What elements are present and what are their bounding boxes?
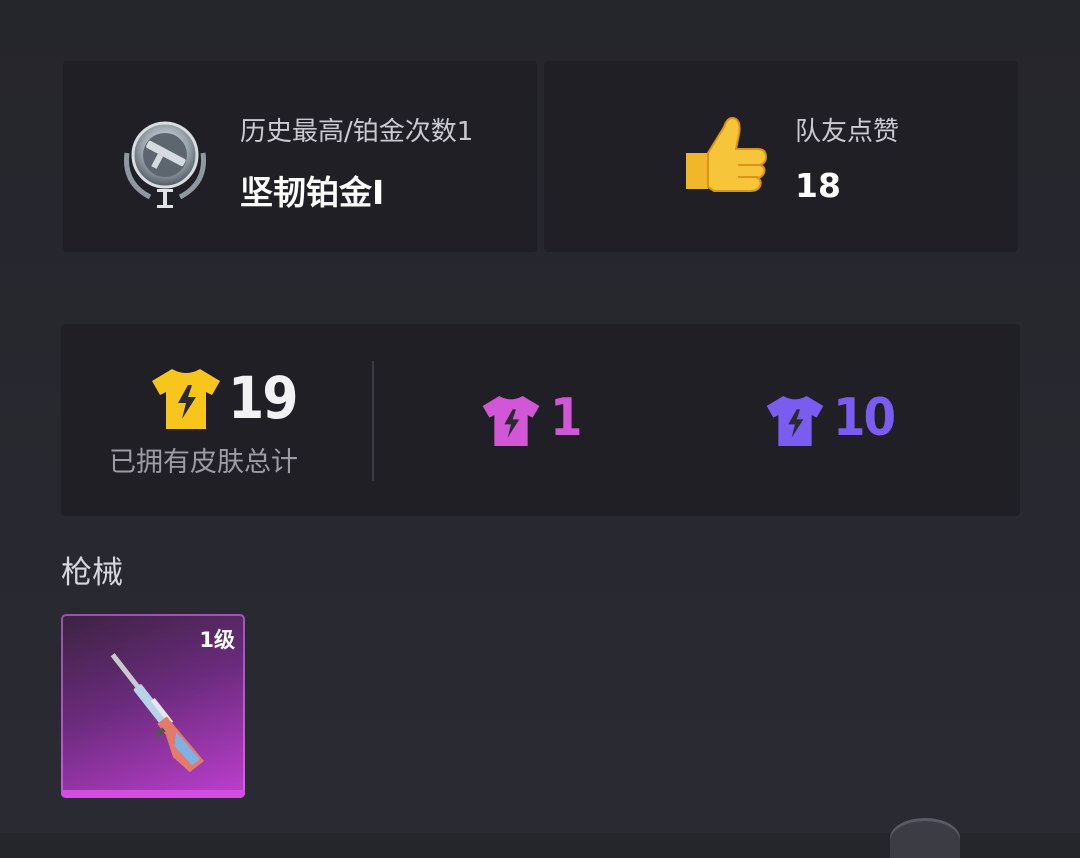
likes-count: 18: [795, 166, 841, 205]
skins-summary-card: 19 已拥有皮肤总计 1 10: [61, 324, 1020, 516]
rank-card: 历史最高/铂金次数1 坚韧铂金Ⅰ: [63, 61, 537, 252]
likes-label: 队友点赞: [795, 117, 900, 147]
epic-skins-count: 10: [833, 388, 896, 448]
skins-total-count: 19: [228, 364, 299, 432]
legendary-skins-count: 1: [550, 388, 583, 448]
divider: [372, 361, 374, 481]
partial-item-icon: [890, 818, 960, 858]
section-title-firearms: 枪械: [61, 555, 123, 591]
shirt-lightning-icon: [766, 396, 824, 446]
shirt-lightning-icon: [152, 369, 220, 429]
skins-total-label: 已拥有皮肤总计: [109, 447, 298, 478]
rank-tier: 坚韧铂金Ⅰ: [240, 173, 385, 212]
platinum-rank-badge-icon: [123, 121, 207, 208]
rank-history-label: 历史最高/铂金次数1: [240, 117, 474, 147]
shirt-lightning-icon: [482, 396, 540, 446]
rarity-bar: [61, 790, 245, 798]
rifle-icon: [110, 653, 204, 773]
thumbs-up-icon: [686, 117, 768, 192]
weapon-card[interactable]: 1级: [61, 614, 245, 798]
teammate-likes-card: 队友点赞 18: [544, 61, 1018, 252]
